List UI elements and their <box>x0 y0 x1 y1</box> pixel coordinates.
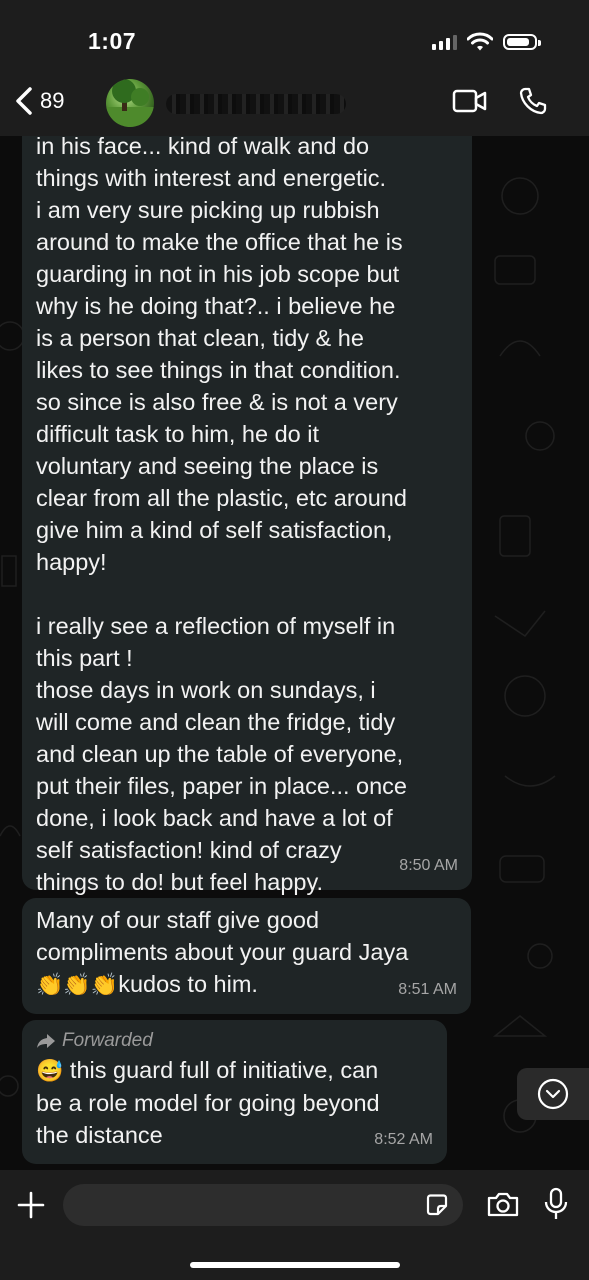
message-input[interactable] <box>63 1184 463 1226</box>
status-icons <box>432 32 541 52</box>
video-call-icon[interactable] <box>452 88 488 114</box>
camera-icon[interactable] <box>486 1190 520 1218</box>
forwarded-text: Forwarded <box>62 1030 153 1051</box>
scroll-to-bottom-button[interactable] <box>517 1068 589 1120</box>
avatar[interactable] <box>106 79 154 127</box>
chevron-left-icon <box>16 87 32 115</box>
avatar-image <box>106 79 154 127</box>
sweat-smile-emoji: 😅 <box>36 1058 64 1083</box>
home-indicator <box>190 1262 400 1268</box>
message-text-main: Many of our staff give good compliments … <box>36 907 409 965</box>
unread-count: 89 <box>40 88 65 113</box>
back-button[interactable]: 89 <box>14 86 64 116</box>
battery-icon <box>503 34 541 50</box>
chat-header: 1:07 89 <box>0 0 589 136</box>
message-time: 8:52 AM <box>374 1131 433 1148</box>
sticker-icon[interactable] <box>424 1192 450 1218</box>
message-text-end: kudos to him. <box>118 971 258 997</box>
message-text: Many of our staff give good compliments … <box>36 904 459 1001</box>
phone-icon[interactable] <box>518 86 548 116</box>
forwarded-label: Forwarded <box>36 1028 435 1054</box>
message-time: 8:50 AM <box>399 857 458 874</box>
message-text: in his face... kind of walk and do thing… <box>36 136 407 895</box>
contact-name-redacted[interactable] <box>166 94 346 114</box>
forward-arrow-icon <box>37 1034 55 1048</box>
wifi-icon <box>467 32 493 51</box>
signal-icon <box>432 34 457 50</box>
clapping-hands-emoji: 👏👏👏 <box>36 972 119 997</box>
plus-icon[interactable] <box>16 1190 46 1220</box>
status-time: 1:07 <box>88 28 137 54</box>
message-bubble[interactable]: Many of our staff give good compliments … <box>22 898 471 1014</box>
message-time: 8:51 AM <box>398 981 457 998</box>
microphone-icon[interactable] <box>543 1186 569 1222</box>
chevron-down-circle-icon <box>537 1078 569 1110</box>
message-bubble-forwarded[interactable]: Forwarded 😅 this guard full of initiativ… <box>22 1020 447 1164</box>
composer-bar <box>0 1170 589 1280</box>
chat-area[interactable]: in his face... kind of walk and do thing… <box>0 136 589 1170</box>
message-text-main: this guard full of initiative, can be a … <box>36 1057 380 1148</box>
message-bubble[interactable]: in his face... kind of walk and do thing… <box>22 136 472 895</box>
